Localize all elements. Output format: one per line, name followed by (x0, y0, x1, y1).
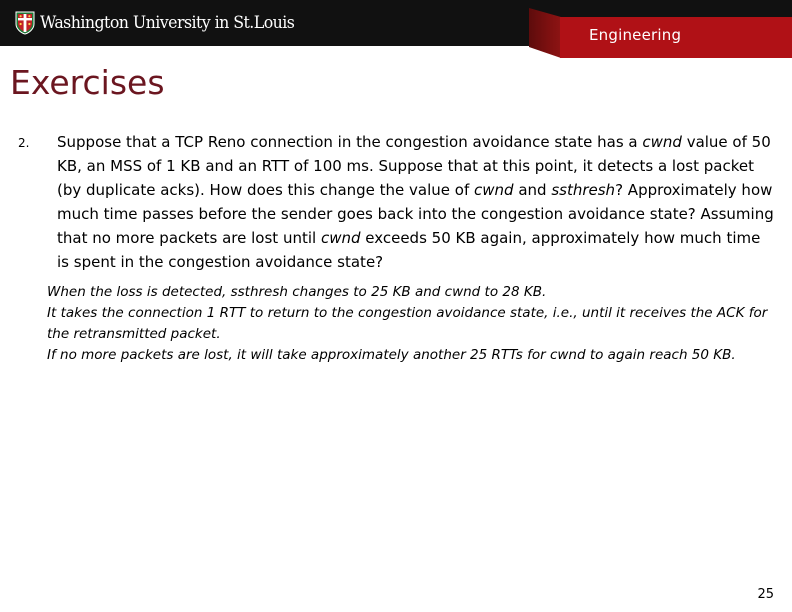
wustl-logo: Washington University in St.Louis (15, 9, 314, 37)
shield-crest-icon (15, 11, 35, 35)
answer-line: It takes the connection 1 RTT to return … (47, 305, 768, 342)
question-term-emphasis: cwnd (474, 181, 514, 199)
question-text: Suppose that a TCP Reno connection in th… (57, 130, 774, 274)
question-number: 2. (18, 136, 30, 150)
question-text-run: Suppose that a TCP Reno connection in th… (57, 133, 643, 151)
question-text-run: and (513, 181, 552, 199)
page-number: 25 (757, 587, 774, 602)
question-term-emphasis: ssthresh (551, 181, 616, 199)
slide-header: Washington University in St.Louis Engine… (0, 0, 792, 62)
slide-content: 2. Suppose that a TCP Reno connection in… (0, 130, 792, 366)
question-item: 2. Suppose that a TCP Reno connection in… (0, 130, 792, 274)
answer-line: If no more packets are lost, it will tak… (47, 347, 736, 363)
engineering-banner: Engineering (529, 8, 792, 58)
banner-fold-shape (529, 8, 561, 58)
engineering-label: Engineering (589, 26, 682, 44)
university-wordmark: Washington University in St.Louis (40, 13, 295, 33)
question-term-emphasis: cwnd (642, 133, 682, 151)
question-term-emphasis: cwnd (320, 229, 361, 247)
page-title: Exercises (10, 63, 165, 102)
answer-block: When the loss is detected, ssthresh chan… (0, 282, 792, 366)
answer-line: When the loss is detected, ssthresh chan… (47, 284, 547, 300)
